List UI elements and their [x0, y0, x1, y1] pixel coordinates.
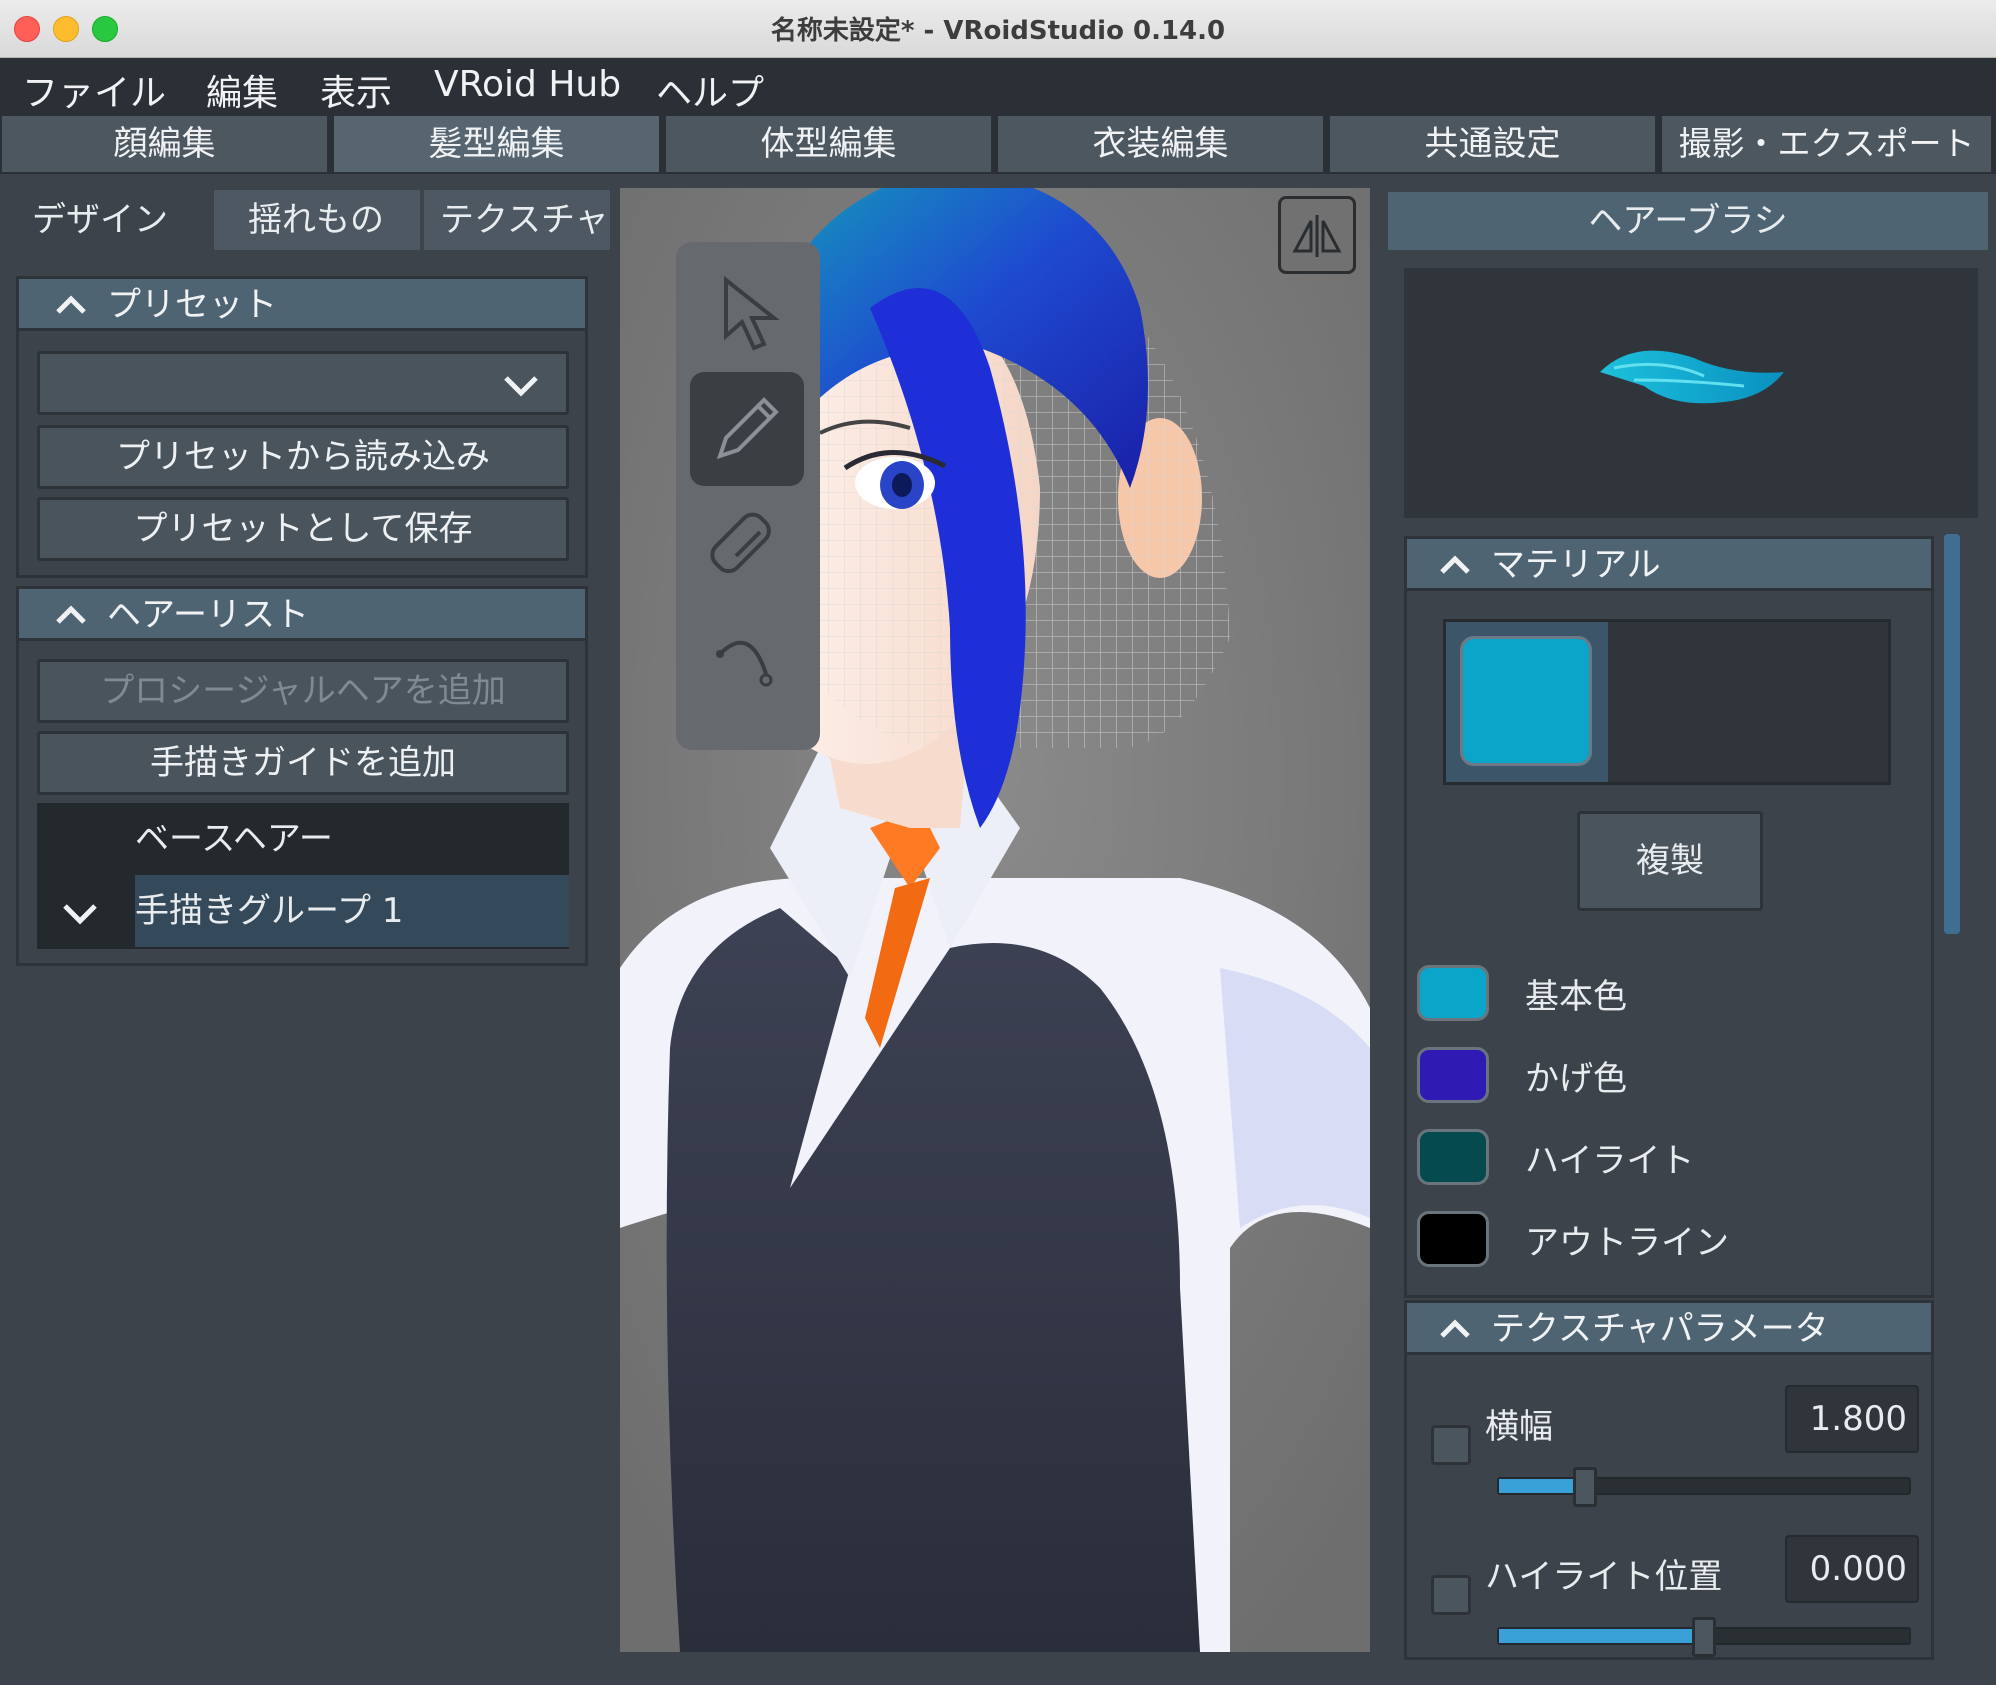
- save-as-preset-button[interactable]: プリセットとして保存: [37, 497, 569, 561]
- tab-outfit-edit[interactable]: 衣装編集: [998, 116, 1326, 172]
- param-highlight-position-checkbox[interactable]: [1431, 1575, 1471, 1615]
- select-tool-icon[interactable]: [690, 256, 804, 370]
- subtab-physics[interactable]: 揺れもの: [214, 190, 420, 250]
- subtab-texture[interactable]: テクスチャ: [424, 190, 610, 250]
- texture-params-title: テクスチャパラメータ: [1491, 1309, 1829, 1349]
- duplicate-material-button[interactable]: 複製: [1577, 811, 1763, 911]
- hair-list-item-label: 手描きグループ 1: [135, 875, 569, 947]
- highlight-color-label: ハイライト: [1525, 1141, 1695, 1181]
- hair-list-item-label: ベースヘアー: [135, 819, 333, 859]
- chevron-up-icon: [1431, 541, 1479, 593]
- chevron-down-icon: [502, 358, 540, 416]
- material-list: [1443, 619, 1891, 785]
- param-highlight-position-value[interactable]: 0.000: [1785, 1535, 1919, 1603]
- material-slot-selected[interactable]: [1446, 622, 1608, 782]
- material-section-title: マテリアル: [1491, 545, 1661, 585]
- hairlist-section-title: ヘアーリスト: [107, 595, 309, 635]
- menu-help[interactable]: ヘルプ: [656, 64, 764, 116]
- sub-tabs: デザイン 揺れもの テクスチャ: [0, 190, 610, 250]
- chevron-up-icon: [47, 591, 95, 643]
- param-highlight-position-label: ハイライト位置: [1485, 1557, 1723, 1597]
- mirror-icon: [1292, 215, 1342, 257]
- param-width-value[interactable]: 1.800: [1785, 1385, 1919, 1453]
- base-color-row[interactable]: 基本色: [1417, 965, 1917, 1025]
- param-highlight-position-slider-handle[interactable]: [1692, 1617, 1716, 1657]
- title-bar: 名称未設定* - VRoidStudio 0.14.0: [0, 0, 1996, 58]
- hair-list: ベースヘアー 手描きグループ 1: [37, 803, 569, 949]
- base-color-label: 基本色: [1525, 977, 1627, 1017]
- subtab-design[interactable]: デザイン: [4, 190, 210, 250]
- window-title: 名称未設定* - VRoidStudio 0.14.0: [770, 16, 1226, 46]
- brush-tool-icon[interactable]: [690, 372, 804, 486]
- texture-params-section: テクスチャパラメータ 横幅 1.800 ハイライト位置 0.000: [1404, 1300, 1934, 1660]
- base-color-swatch[interactable]: [1417, 965, 1489, 1021]
- tab-hair-edit[interactable]: 髪型編集: [334, 116, 662, 172]
- highlight-color-row[interactable]: ハイライト: [1417, 1129, 1917, 1189]
- shade-color-row[interactable]: かげ色: [1417, 1047, 1917, 1107]
- mirror-toggle-button[interactable]: [1278, 196, 1356, 274]
- guide-curve-tool-icon[interactable]: [690, 604, 804, 718]
- menu-view[interactable]: 表示: [320, 64, 392, 116]
- tab-body-edit[interactable]: 体型編集: [666, 116, 994, 172]
- chevron-up-icon: [1431, 1305, 1479, 1357]
- chevron-up-icon: [47, 281, 95, 333]
- chevron-down-icon[interactable]: [55, 875, 105, 947]
- add-procedural-hair-button[interactable]: プロシージャルヘアを追加: [37, 659, 569, 723]
- param-highlight-position-slider[interactable]: [1497, 1617, 1911, 1657]
- hair-list-item-group[interactable]: 手描きグループ 1: [37, 875, 569, 947]
- hair-strand-preview-icon: [1600, 350, 1784, 404]
- menu-vroid-hub[interactable]: VRoid Hub: [434, 64, 621, 105]
- param-highlight-position-row: ハイライト位置 0.000: [1407, 1535, 1937, 1685]
- preset-section-title: プリセット: [107, 285, 277, 325]
- outline-color-label: アウトライン: [1525, 1223, 1729, 1263]
- shade-color-label: かげ色: [1525, 1059, 1627, 1099]
- load-from-preset-button[interactable]: プリセットから読み込み: [37, 425, 569, 489]
- drawing-toolbar: [676, 242, 820, 750]
- preset-dropdown[interactable]: [37, 351, 569, 415]
- param-width-slider[interactable]: [1497, 1467, 1911, 1507]
- highlight-color-swatch[interactable]: [1417, 1129, 1489, 1185]
- 3d-viewport[interactable]: [620, 188, 1370, 1652]
- hairlist-section: ヘアーリスト プロシージャルヘアを追加 手描きガイドを追加 ベースヘアー 手描き…: [16, 586, 588, 966]
- texture-params-header[interactable]: テクスチャパラメータ: [1407, 1303, 1931, 1355]
- param-width-label: 横幅: [1485, 1407, 1553, 1447]
- preset-section: プリセット プリセットから読み込み プリセットとして保存: [16, 276, 588, 578]
- menu-edit[interactable]: 編集: [206, 64, 278, 116]
- menu-bar: ファイル 編集 表示 VRoid Hub ヘルプ: [0, 58, 1996, 114]
- material-swatch: [1460, 636, 1592, 766]
- right-panel: ヘアーブラシ マテリアル 複製 基本色 かげ色 ハイライト アウトライン テクス…: [1384, 188, 1996, 1660]
- menu-file[interactable]: ファイル: [22, 64, 166, 116]
- param-width-row: 横幅 1.800: [1407, 1385, 1937, 1535]
- material-section-header[interactable]: マテリアル: [1407, 539, 1931, 591]
- tab-photo-export[interactable]: 撮影・エクスポート: [1662, 116, 1994, 172]
- param-width-slider-handle[interactable]: [1573, 1467, 1597, 1507]
- preset-section-header[interactable]: プリセット: [19, 279, 585, 331]
- outline-color-row[interactable]: アウトライン: [1417, 1211, 1917, 1271]
- param-highlight-position-slider-fill: [1499, 1629, 1704, 1643]
- hair-list-item-base[interactable]: ベースヘアー: [37, 803, 569, 875]
- add-guide-button[interactable]: 手描きガイドを追加: [37, 731, 569, 795]
- scrollbar-thumb[interactable]: [1944, 534, 1960, 934]
- outline-color-swatch[interactable]: [1417, 1211, 1489, 1267]
- main-tabs: 顔編集 髪型編集 体型編集 衣装編集 共通設定 撮影・エクスポート: [0, 112, 1996, 174]
- shade-color-swatch[interactable]: [1417, 1047, 1489, 1103]
- tab-face-edit[interactable]: 顔編集: [2, 116, 330, 172]
- param-width-checkbox[interactable]: [1431, 1425, 1471, 1465]
- tab-common-settings[interactable]: 共通設定: [1330, 116, 1658, 172]
- eraser-tool-icon[interactable]: [690, 488, 804, 602]
- hairlist-section-header[interactable]: ヘアーリスト: [19, 589, 585, 641]
- material-section: マテリアル 複製 基本色 かげ色 ハイライト アウトライン: [1404, 536, 1934, 1298]
- hair-brush-header: ヘアーブラシ: [1388, 192, 1988, 250]
- brush-preview: [1404, 268, 1978, 518]
- left-panel: デザイン 揺れもの テクスチャ プリセット プリセットから読み込み プリセットと…: [0, 182, 610, 1652]
